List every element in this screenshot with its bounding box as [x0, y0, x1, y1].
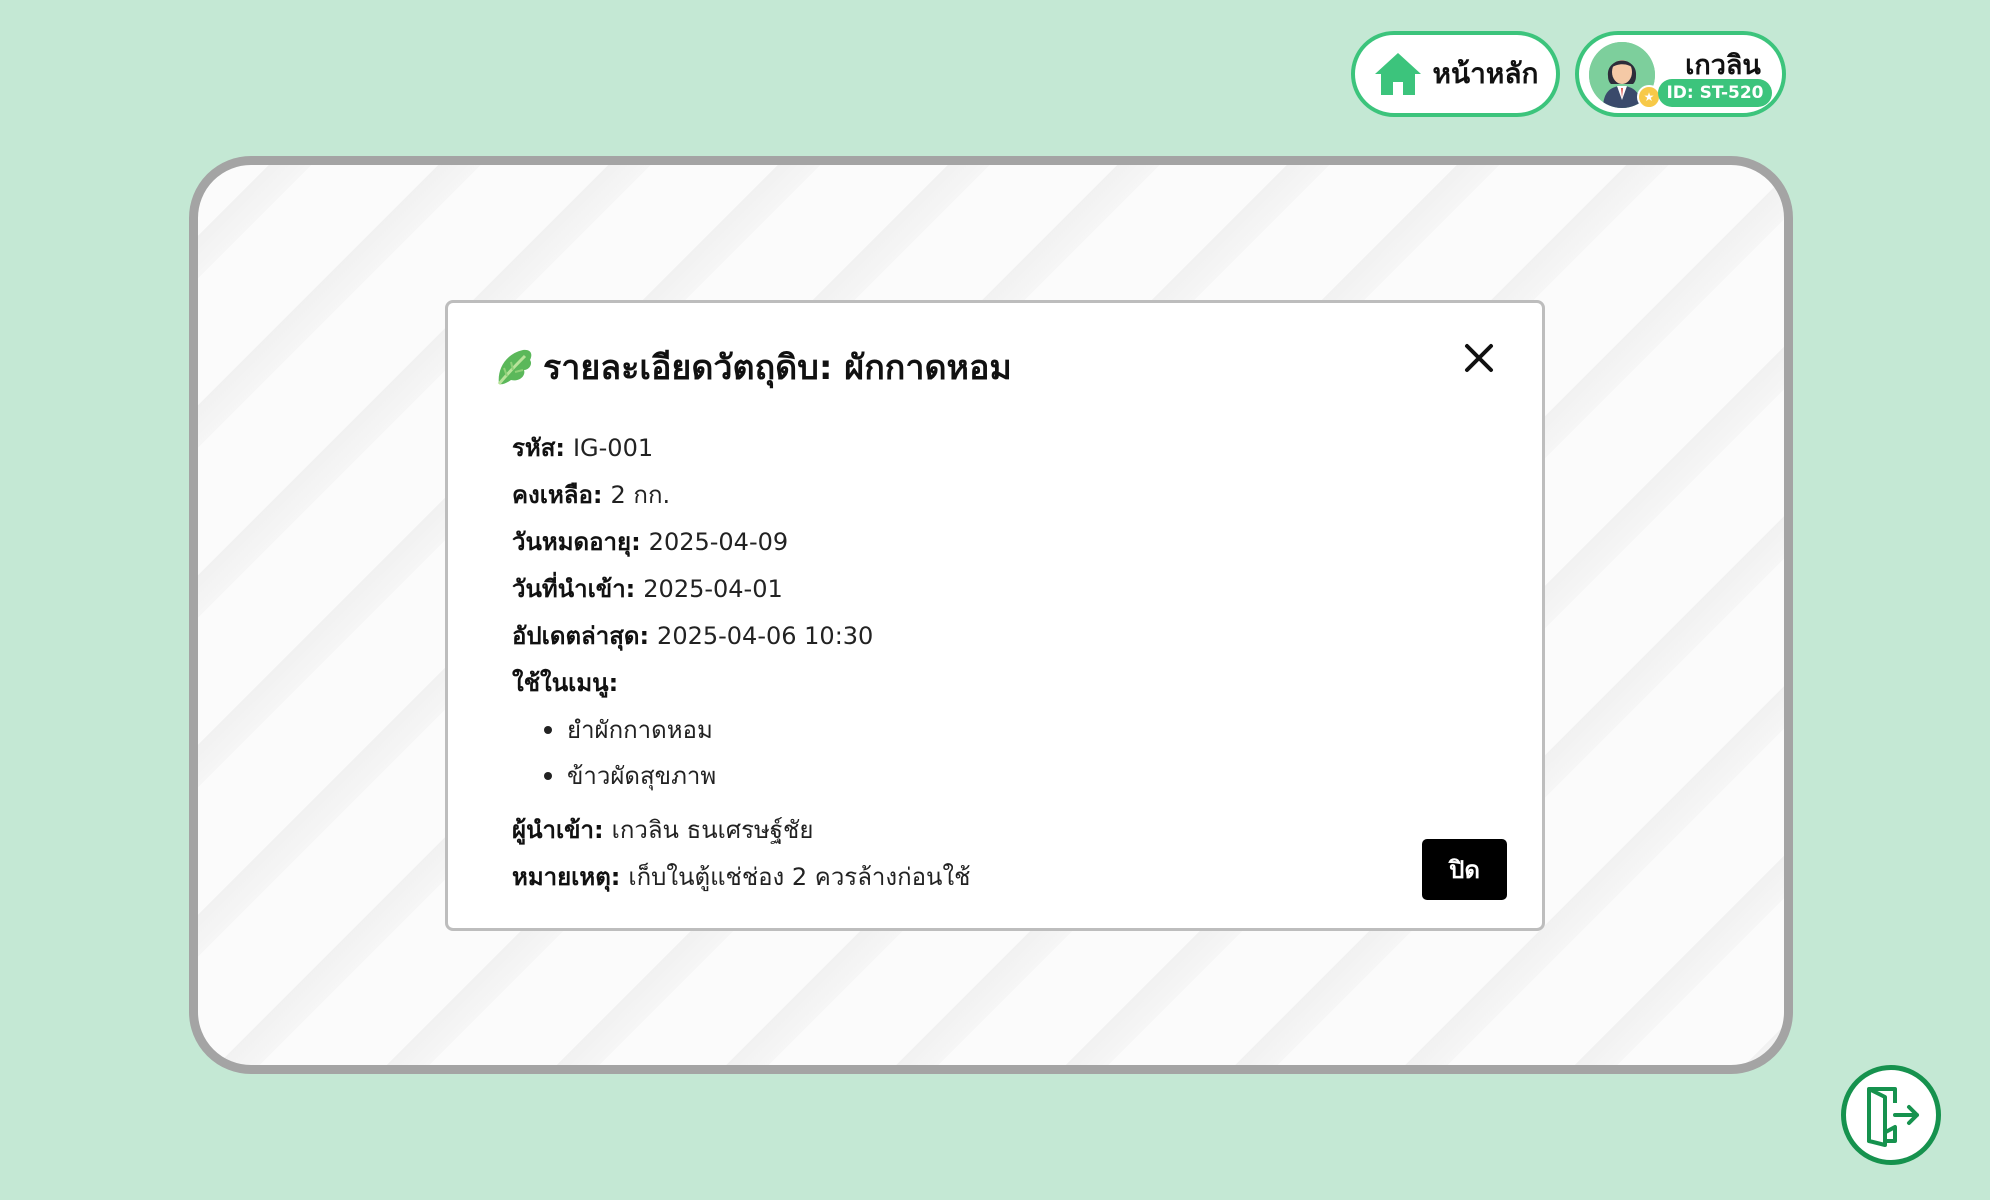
field-imported-label: วันที่นำเข้า:	[512, 575, 636, 603]
menu-item-label: ข้าวผัดสุขภาพ	[567, 762, 717, 790]
ingredient-details: รหัส: IG-001 คงเหลือ: 2 กก. วันหมดอายุ: 202…	[512, 425, 970, 901]
field-imported-value: 2025-04-01	[643, 575, 783, 603]
close-button[interactable]: ปิด	[1422, 839, 1507, 900]
user-id-badge: ID: ST-520	[1658, 79, 1772, 107]
ingredient-detail-modal: รายละเอียดวัตถุดิบ: ผักกาดหอม รหัส: IG-00…	[445, 300, 1545, 931]
field-note-label: หมายเหตุ:	[512, 863, 621, 891]
field-code: รหัส: IG-001	[512, 425, 970, 472]
home-button-label: หน้าหลัก	[1432, 57, 1539, 90]
bullet-icon	[544, 726, 552, 734]
field-remaining-value: 2 กก.	[610, 481, 671, 509]
list-item: ยำผักกาดหอม	[512, 707, 970, 753]
field-code-label: รหัส:	[512, 434, 565, 462]
field-menus: ใช้ในเมนู:	[512, 660, 970, 707]
field-importer: ผู้นำเข้า: เกวลิน ธนเศรษฐ์ชัย	[512, 807, 970, 854]
field-expiry-label: วันหมดอายุ:	[512, 528, 641, 556]
close-icon[interactable]	[1460, 339, 1498, 377]
field-expiry-value: 2025-04-09	[648, 528, 789, 556]
field-expiry: วันหมดอายุ: 2025-04-09	[512, 519, 970, 566]
logout-door-icon	[1867, 1087, 1919, 1147]
field-updated-label: อัปเดตล่าสุด:	[512, 622, 650, 650]
field-remaining: คงเหลือ: 2 กก.	[512, 472, 970, 519]
modal-title: รายละเอียดวัตถุดิบ: ผักกาดหอม	[543, 348, 1012, 388]
field-updated: อัปเดตล่าสุด: 2025-04-06 10:30	[512, 613, 970, 660]
field-updated-value: 2025-04-06 10:30	[657, 622, 874, 650]
field-code-value: IG-001	[572, 434, 654, 462]
home-icon	[1374, 53, 1421, 95]
field-importer-value: เกวลิน ธนเศรษฐ์ชัย	[611, 816, 814, 844]
menu-list: ยำผักกาดหอม ข้าวผัดสุขภาพ	[512, 707, 970, 799]
field-imported: วันที่นำเข้า: 2025-04-01	[512, 566, 970, 613]
star-badge-icon: ★	[1637, 85, 1661, 109]
user-profile-chip[interactable]: ★ เกวลิน ID: ST-520	[1575, 31, 1786, 117]
modal-header: รายละเอียดวัตถุดิบ: ผักกาดหอม	[493, 340, 1012, 394]
logout-button[interactable]	[1841, 1065, 1941, 1165]
field-importer-label: ผู้นำเข้า:	[512, 816, 604, 844]
field-remaining-label: คงเหลือ:	[512, 481, 603, 509]
field-note: หมายเหตุ: เก็บในตู้แช่ช่อง 2 ควรล้างก่อนใ…	[512, 854, 970, 901]
home-button[interactable]: หน้าหลัก	[1351, 31, 1560, 117]
bullet-icon	[544, 772, 552, 780]
field-menus-label: ใช้ในเมนู:	[512, 669, 619, 697]
leafy-green-icon	[497, 349, 532, 385]
field-note-value: เก็บในตู้แช่ช่อง 2 ควรล้างก่อนใช้	[628, 863, 971, 891]
list-item: ข้าวผัดสุขภาพ	[512, 753, 970, 799]
menu-item-label: ยำผักกาดหอม	[567, 716, 713, 744]
